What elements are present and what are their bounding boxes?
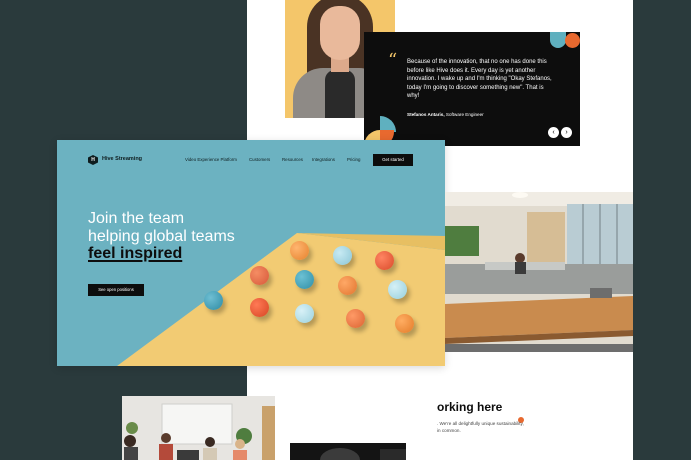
get-started-button[interactable]: Get started <box>373 154 413 166</box>
hero-section: H Hive Streaming Video Experience Platfo… <box>57 140 445 366</box>
decor-ball <box>388 280 407 299</box>
right-backdrop-panel <box>633 0 691 460</box>
portrait-shirt <box>325 70 355 118</box>
testimonial-card: “ Because of the innovation, that no one… <box>364 32 580 146</box>
working-here-text: . We're all delightfully unique sustaina… <box>437 421 524 433</box>
decor-ball <box>250 298 269 317</box>
nav-integrations[interactable]: Integrations <box>312 157 335 162</box>
next-arrow-icon[interactable]: › <box>561 127 572 138</box>
nav-customers[interactable]: Customers <box>249 157 270 162</box>
dark-photo-strip <box>290 443 406 460</box>
testimonial-author: Stefanos Antaris, Software Engineer <box>407 112 484 117</box>
nav-video-experience-platform[interactable]: Video Experience Platform <box>185 157 237 162</box>
decor-ball <box>295 304 314 323</box>
decor-ball <box>250 266 269 285</box>
hero-headline: Join the team helping global teams <box>88 210 288 245</box>
decor-ball <box>333 246 352 265</box>
prev-arrow-icon[interactable]: ‹ <box>548 127 559 138</box>
office-photo <box>445 192 633 352</box>
dark-photo-scene <box>290 443 406 460</box>
testimonial-quote: Because of the innovation, that no one h… <box>407 59 552 100</box>
quote-mark-icon: “ <box>388 50 398 71</box>
testimonial-author-role: Software Engineer <box>445 112 484 117</box>
testimonial-author-name: Stefanos Antaris, <box>407 112 445 117</box>
decor-ball <box>395 314 414 333</box>
team-meeting-scene <box>122 396 275 460</box>
logo-text[interactable]: Hive Streaming <box>102 156 142 162</box>
nav-resources[interactable]: Resources <box>282 157 303 162</box>
working-here-heading: orking here <box>437 400 503 414</box>
decor-ball <box>346 309 365 328</box>
team-meeting-photo <box>122 396 275 460</box>
hero-headline-accent: feel inspired <box>88 245 183 262</box>
nav-pricing[interactable]: Pricing <box>347 157 360 162</box>
decor-ball <box>290 241 309 260</box>
decor-ball <box>375 251 394 270</box>
see-open-positions-button[interactable]: See open positions <box>88 284 144 296</box>
hero-headline-line2: helping global teams <box>88 227 235 245</box>
portrait-face <box>320 6 360 60</box>
decor-ball <box>204 291 223 310</box>
decor-ball <box>295 270 314 289</box>
decor-ball <box>338 276 357 295</box>
decor-orange-circle <box>565 33 580 48</box>
office-scene <box>445 192 633 352</box>
hero-headline-line1: Join the team <box>88 210 185 227</box>
decor-teal-half-circle <box>550 32 566 48</box>
